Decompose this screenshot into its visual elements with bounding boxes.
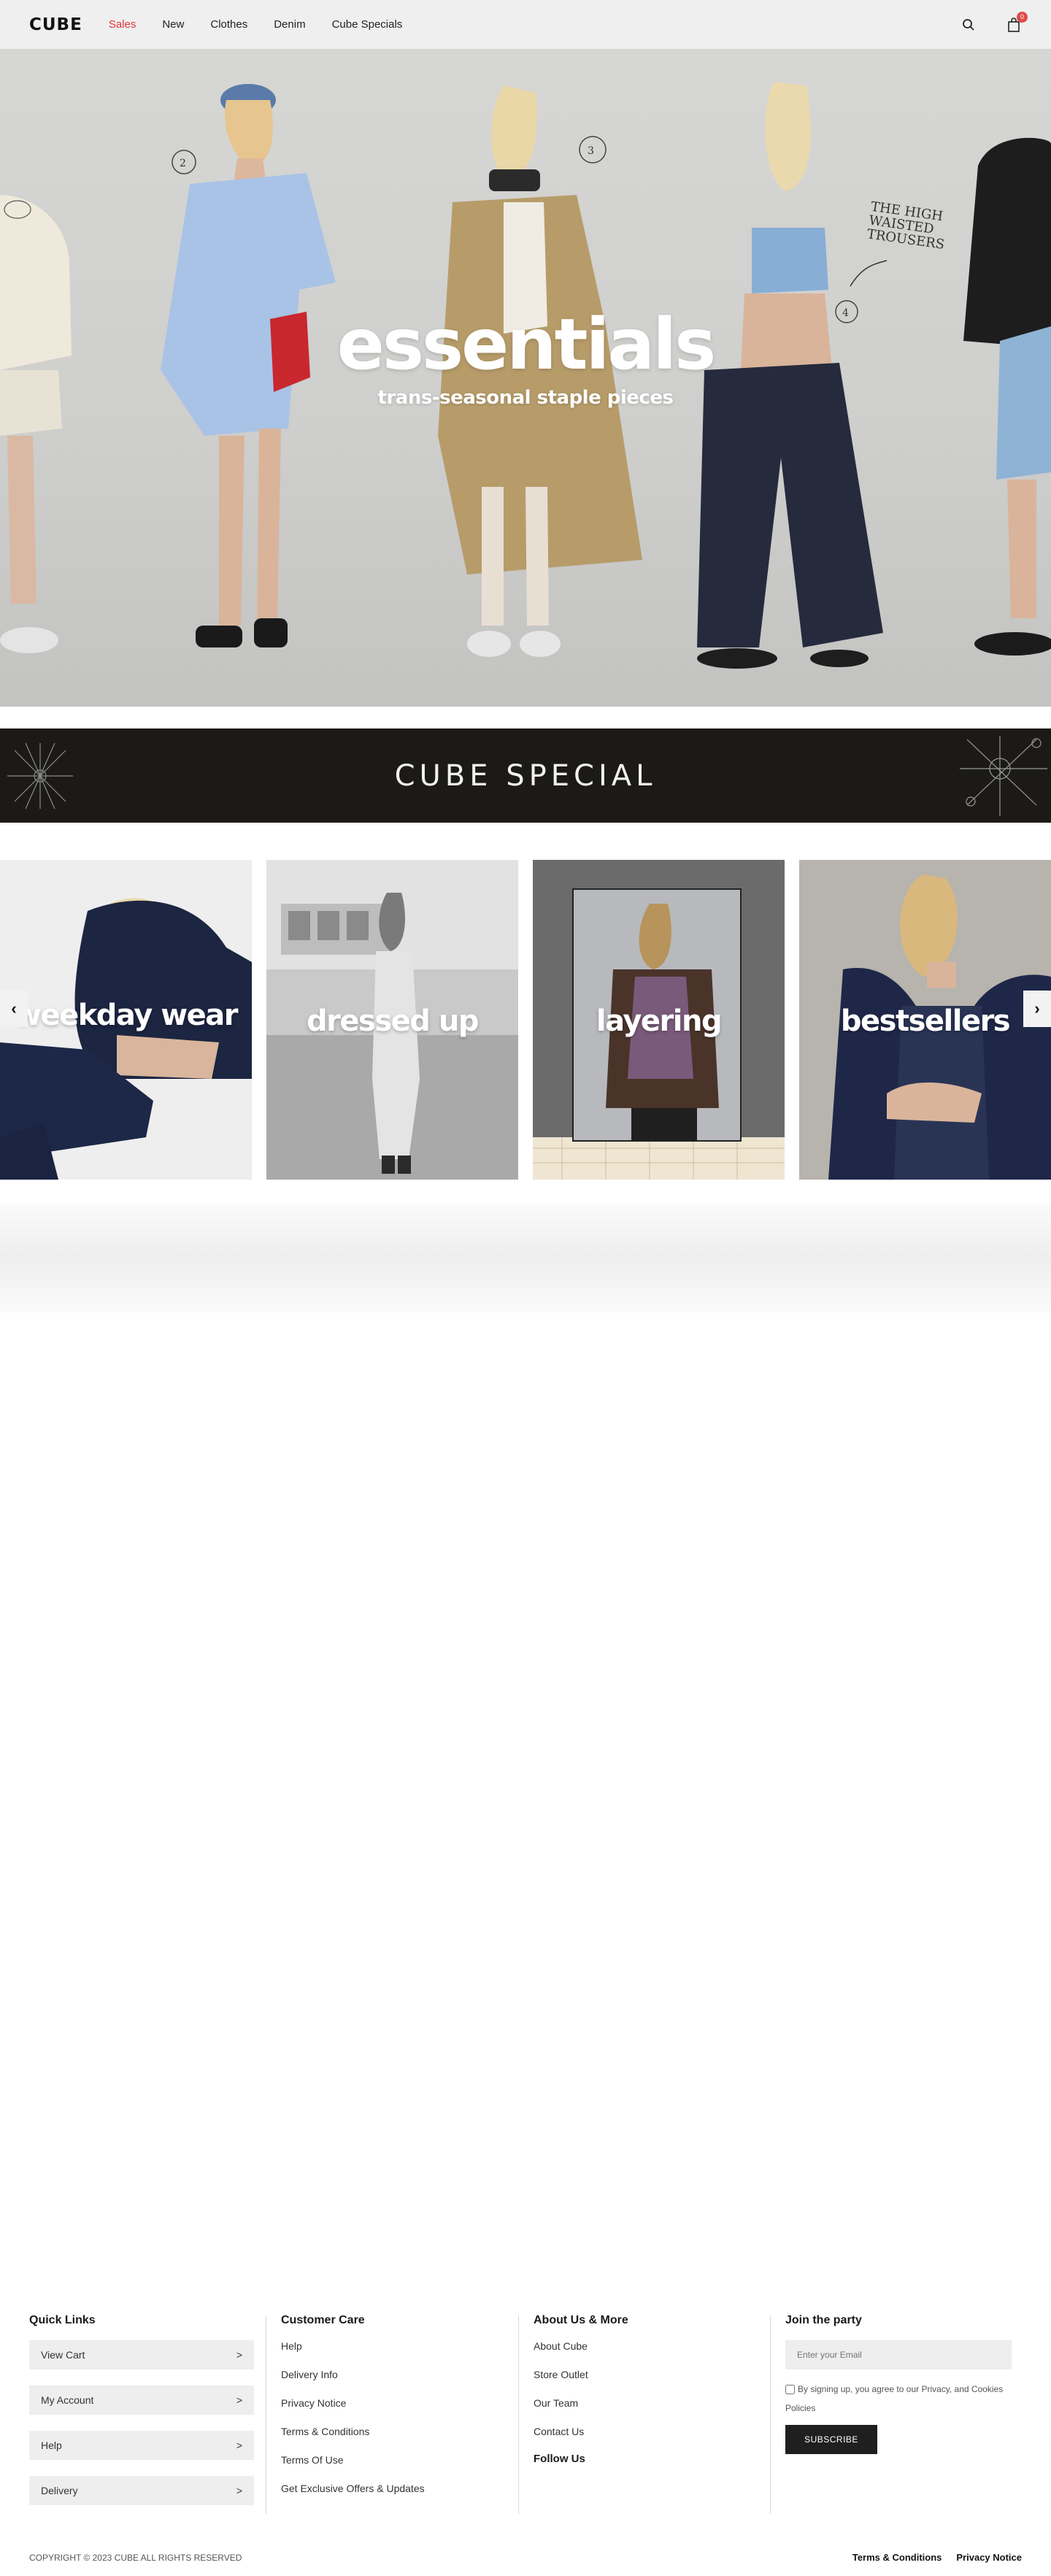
search-icon[interactable] — [960, 17, 977, 33]
footer-link-delivery-info[interactable]: Delivery Info — [281, 2369, 500, 2380]
starburst-right-icon — [960, 736, 1047, 816]
marker-3: 3 — [588, 145, 594, 157]
footer-divider — [518, 2315, 519, 2514]
about-heading: About Us & More — [534, 2314, 628, 2326]
category-tile-weekday-wear[interactable]: weekday wear — [0, 860, 252, 1180]
quick-links-heading: Quick Links — [29, 2314, 96, 2326]
category-label: bestsellers — [840, 1004, 1011, 1038]
hero-subtitle: trans-seasonal staple pieces — [377, 387, 674, 409]
category-tile-dressed-up[interactable]: dressed up — [266, 860, 518, 1180]
category-label: layering — [596, 1004, 723, 1038]
category-label: dressed up — [307, 1004, 479, 1038]
marker-2: 2 — [180, 158, 186, 169]
footer-newsletter: Join the party By signing up, you agree … — [785, 2314, 1012, 2454]
email-input[interactable] — [785, 2340, 1012, 2369]
quick-link-delivery[interactable]: Delivery > — [29, 2476, 254, 2505]
chevron-right-icon: › — [1034, 999, 1040, 1018]
cart-count-badge: 0 — [1017, 11, 1028, 23]
nav-denim[interactable]: Denim — [274, 18, 305, 31]
carousel-next-button[interactable]: › — [1023, 991, 1051, 1027]
quick-link-help[interactable]: Help > — [29, 2431, 254, 2460]
category-carousel: weekday wear dressed up layering bestsel… — [0, 860, 1051, 1180]
hero-title: essentials — [336, 304, 716, 385]
legal-links: Terms & Conditions Privacy Notice — [852, 2552, 1022, 2563]
footer-divider — [770, 2315, 771, 2514]
footer-quick-links: Quick Links View Cart > My Account > Hel… — [29, 2314, 254, 2521]
nav-new[interactable]: New — [162, 18, 184, 31]
nav-cube-specials[interactable]: Cube Specials — [332, 18, 403, 31]
quick-link-view-cart[interactable]: View Cart > — [29, 2340, 254, 2369]
chevron-right-icon: > — [236, 2439, 242, 2451]
nav-clothes[interactable]: Clothes — [210, 18, 247, 31]
footer-link-help[interactable]: Help — [281, 2340, 500, 2352]
footer-link-about-cube[interactable]: About Cube — [534, 2340, 752, 2352]
copyright-text: COPYRIGHT © 2023 CUBE ALL RIGHTS RESERVE… — [29, 2553, 242, 2563]
category-label: weekday wear — [14, 999, 239, 1032]
footer-about: About Us & More About Cube Store Outlet … — [534, 2314, 752, 2465]
quick-link-label: View Cart — [41, 2349, 85, 2361]
main-nav: Sales New Clothes Denim Cube Specials — [109, 18, 429, 31]
follow-us-heading: Follow Us — [534, 2453, 585, 2465]
newsletter-heading: Join the party — [785, 2314, 862, 2326]
consent-row: By signing up, you agree to our Privacy,… — [785, 2380, 1012, 2418]
cart-icon[interactable]: 0 — [1006, 11, 1028, 33]
chevron-right-icon: > — [236, 2485, 242, 2496]
quick-link-label: Delivery — [41, 2485, 78, 2496]
section-divider-band — [0, 1203, 1051, 1312]
subscribe-button[interactable]: SUBSCRIBE — [785, 2425, 877, 2454]
starburst-left-icon — [7, 742, 73, 810]
customer-care-heading: Customer Care — [281, 2314, 365, 2326]
chevron-left-icon: ‹ — [11, 999, 17, 1018]
site-header: CUBE Sales New Clothes Denim Cube Specia… — [0, 0, 1051, 49]
footer-link-privacy-notice[interactable]: Privacy Notice — [281, 2397, 500, 2409]
site-footer: Quick Links View Cart > My Account > Hel… — [0, 2307, 1051, 2576]
chevron-right-icon: > — [236, 2349, 242, 2361]
footer-link-contact-us[interactable]: Contact Us — [534, 2426, 752, 2437]
footer-link-store-outlet[interactable]: Store Outlet — [534, 2369, 752, 2380]
footer-link-exclusive-offers[interactable]: Get Exclusive Offers & Updates — [281, 2483, 500, 2494]
footer-customer-care: Customer Care Help Delivery Info Privacy… — [281, 2314, 500, 2511]
consent-checkbox[interactable] — [785, 2385, 795, 2395]
quick-link-label: Help — [41, 2439, 62, 2451]
footer-link-our-team[interactable]: Our Team — [534, 2397, 752, 2409]
chevron-right-icon: > — [236, 2394, 242, 2406]
hero-banner[interactable]: 2 3 4 THE HIGH WAISTED TROUSERS essentia… — [0, 49, 1051, 707]
category-tile-layering[interactable]: layering — [533, 860, 785, 1180]
cube-special-title: CUBE SPECIAL — [394, 758, 657, 793]
cube-special-banner[interactable]: CUBE SPECIAL — [0, 728, 1051, 823]
header-actions: 0 — [960, 11, 1028, 33]
legal-terms-link[interactable]: Terms & Conditions — [852, 2552, 942, 2563]
category-tile-bestsellers[interactable]: bestsellers — [799, 860, 1051, 1180]
carousel-prev-button[interactable]: ‹ — [0, 991, 28, 1027]
quick-link-my-account[interactable]: My Account > — [29, 2385, 254, 2415]
nav-sales[interactable]: Sales — [109, 18, 136, 31]
footer-link-terms-conditions[interactable]: Terms & Conditions — [281, 2426, 500, 2437]
consent-text: By signing up, you agree to our Privacy,… — [785, 2384, 1004, 2413]
legal-privacy-link[interactable]: Privacy Notice — [956, 2552, 1022, 2563]
logo[interactable]: CUBE — [29, 15, 82, 34]
footer-link-terms-of-use[interactable]: Terms Of Use — [281, 2454, 500, 2466]
quick-link-label: My Account — [41, 2394, 94, 2406]
